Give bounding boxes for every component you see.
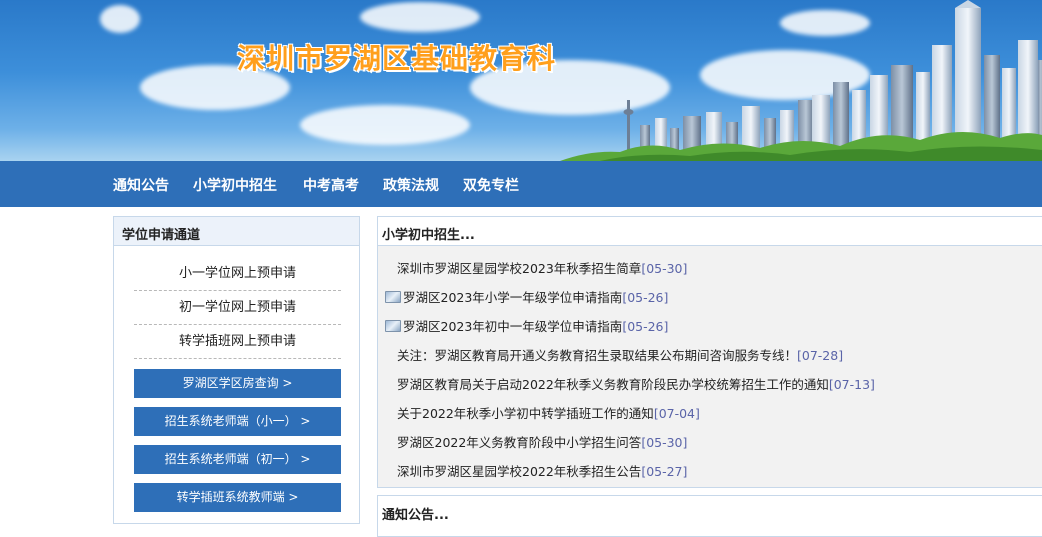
- news-date: [07-28]: [797, 348, 844, 363]
- panel-title[interactable]: 小学初中招生...: [382, 224, 475, 243]
- teacher-portal-primary-button[interactable]: 招生系统老师端（小一） >: [134, 407, 341, 436]
- list-item[interactable]: 罗湖区2023年初中一年级学位申请指南[05-26]: [385, 316, 668, 336]
- nav-item-double-exemption[interactable]: 双免专栏: [463, 175, 519, 195]
- list-item[interactable]: 罗湖区2023年小学一年级学位申请指南[05-26]: [385, 287, 668, 307]
- nav-item-exams[interactable]: 中考高考: [303, 175, 359, 195]
- list-item[interactable]: 罗湖区2022年义务教育阶段中小学招生问答[05-30]: [397, 432, 687, 452]
- header-banner: 深圳市罗湖区基础教育科: [0, 0, 1042, 161]
- news-date: [05-30]: [641, 261, 688, 276]
- panel-title[interactable]: 通知公告...: [382, 504, 449, 523]
- news-title[interactable]: 罗湖区2022年义务教育阶段中小学招生问答: [397, 435, 641, 450]
- news-date: [05-26]: [622, 319, 669, 334]
- news-title[interactable]: 关于2022年秋季小学初中转学插班工作的通知: [397, 406, 654, 421]
- nav-item-notices[interactable]: 通知公告: [113, 175, 169, 195]
- school-district-query-button[interactable]: 罗湖区学区房查询 >: [134, 369, 341, 398]
- panel-title: 学位申请通道: [122, 228, 201, 243]
- list-item[interactable]: 深圳市罗湖区星园学校2023年秋季招生简章[05-30]: [397, 258, 687, 278]
- transfer-teacher-portal-button[interactable]: 转学插班系统教师端 >: [134, 483, 341, 512]
- panel-header: 学位申请通道: [114, 217, 359, 246]
- junior-apply-link[interactable]: 初一学位网上预申请: [134, 291, 341, 325]
- news-title[interactable]: 罗湖区2023年初中一年级学位申请指南: [403, 319, 622, 334]
- news-date: [07-04]: [653, 406, 700, 421]
- list-item[interactable]: 深圳市罗湖区星园学校2022年秋季招生公告[05-27]: [397, 461, 687, 481]
- news-title[interactable]: 深圳市罗湖区星园学校2023年秋季招生简章: [397, 261, 641, 276]
- notices-panel: 通知公告...: [377, 495, 1042, 537]
- news-title[interactable]: 罗湖区教育局关于启动2022年秋季义务教育阶段民办学校统筹招生工作的通知: [397, 377, 829, 392]
- city-skyline-image: [560, 0, 1042, 161]
- news-title[interactable]: 罗湖区2023年小学一年级学位申请指南: [403, 290, 622, 305]
- transfer-apply-link[interactable]: 转学插班网上预申请: [134, 325, 341, 359]
- news-date: [05-27]: [641, 464, 688, 479]
- image-icon: [385, 320, 401, 332]
- news-date: [05-26]: [622, 290, 669, 305]
- news-title[interactable]: 深圳市罗湖区星园学校2022年秋季招生公告: [397, 464, 641, 479]
- degree-application-panel: 学位申请通道 小一学位网上预申请 初一学位网上预申请 转学插班网上预申请 罗湖区…: [113, 216, 360, 524]
- panel-header: 小学初中招生...: [378, 217, 1042, 246]
- image-icon: [385, 291, 401, 303]
- list-item[interactable]: 关于2022年秋季小学初中转学插班工作的通知[07-04]: [397, 403, 700, 423]
- list-item[interactable]: 罗湖区教育局关于启动2022年秋季义务教育阶段民办学校统筹招生工作的通知[07-…: [397, 374, 875, 394]
- list-item[interactable]: 关注：罗湖区教育局开通义务教育招生录取结果公布期间咨询服务专线！[07-28]: [397, 345, 843, 365]
- enrollment-news-panel: 小学初中招生... 深圳市罗湖区星园学校2023年秋季招生简章[05-30] 罗…: [377, 216, 1042, 488]
- primary-apply-link[interactable]: 小一学位网上预申请: [134, 257, 341, 291]
- nav-item-enrollment[interactable]: 小学初中招生: [193, 175, 277, 195]
- news-date: [07-13]: [828, 377, 875, 392]
- site-title: 深圳市罗湖区基础教育科: [237, 42, 557, 75]
- news-date: [05-30]: [641, 435, 688, 450]
- teacher-portal-junior-button[interactable]: 招生系统老师端（初一） >: [134, 445, 341, 474]
- nav-item-policies[interactable]: 政策法规: [383, 175, 439, 195]
- main-nav: 通知公告 小学初中招生 中考高考 政策法规 双免专栏: [0, 161, 1042, 207]
- news-title[interactable]: 关注：罗湖区教育局开通义务教育招生录取结果公布期间咨询服务专线！: [397, 348, 797, 363]
